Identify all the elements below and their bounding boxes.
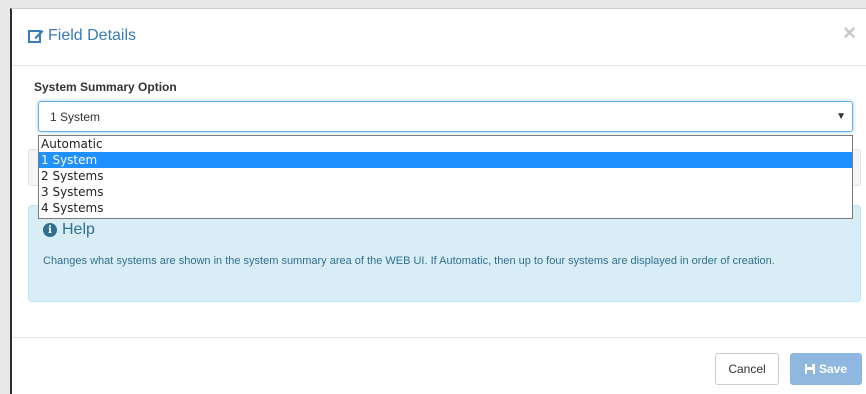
help-panel: i Help Changes what systems are shown in… [28, 205, 861, 302]
modal-title: Field Details [48, 27, 137, 44]
help-text: Changes what systems are shown in the sy… [43, 255, 775, 267]
modal-header: Field Details × [12, 9, 866, 66]
help-heading: i Help [43, 221, 95, 239]
dropdown-option-1-system[interactable]: 1 System [39, 152, 852, 168]
save-label: Save [818, 362, 848, 376]
field-label: System Summary Option [34, 80, 177, 94]
dropdown-option-automatic[interactable]: Automatic [39, 136, 852, 152]
edit-icon [28, 30, 44, 43]
floppy-disk-icon [804, 364, 815, 374]
dropdown-list: Automatic 1 System 2 Systems 3 Systems 4… [38, 135, 853, 219]
cancel-button[interactable]: Cancel [715, 353, 779, 385]
dropdown-option-4-systems[interactable]: 4 Systems [39, 200, 852, 216]
select-value: 1 System [50, 110, 101, 124]
help-title: Help [62, 221, 95, 238]
dropdown-option-2-systems[interactable]: 2 Systems [39, 168, 852, 184]
modal-title-wrap: Field Details [28, 26, 136, 46]
save-button[interactable]: Save [790, 353, 862, 385]
system-summary-select[interactable]: 1 System ▼ [38, 101, 853, 132]
dropdown-option-3-systems[interactable]: 3 Systems [39, 184, 852, 200]
background-top [0, 0, 866, 8]
field-details-modal: Field Details × System Summary Option 1 … [10, 8, 866, 394]
footer-divider [12, 337, 866, 338]
chevron-down-icon: ▼ [836, 111, 846, 122]
info-icon: i [43, 223, 57, 237]
close-icon[interactable]: × [843, 22, 856, 44]
background-left [0, 0, 10, 394]
